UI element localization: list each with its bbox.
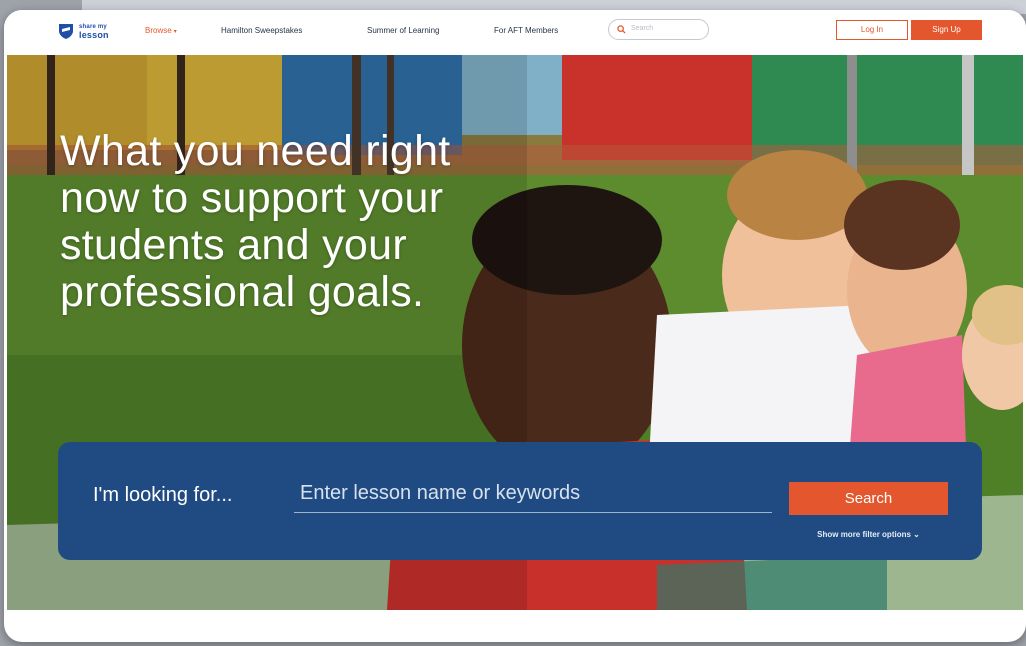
nav-search-placeholder: Search — [631, 25, 654, 32]
search-panel-label: I'm looking for... — [93, 484, 233, 506]
chevron-down-icon: ▾ — [173, 29, 177, 35]
lesson-search-panel: I'm looking for... Search Show more filt… — [58, 442, 982, 560]
login-button[interactable]: Log In — [836, 20, 908, 40]
hero-headline: What you need right now to support your … — [60, 127, 451, 316]
show-more-filters-link[interactable]: Show more filter options ⌄ — [789, 530, 948, 539]
signup-button[interactable]: Sign Up — [911, 20, 982, 40]
nav-summer-of-learning[interactable]: Summer of Learning — [367, 26, 439, 35]
search-icon — [617, 25, 626, 34]
chevron-down-icon: ⌄ — [913, 530, 920, 539]
show-more-filters-label: Show more filter options — [817, 530, 911, 539]
browser-window: share my lesson Browse ▾ Hamilton Sweepst… — [4, 10, 1026, 642]
hero-section: What you need right now to support your … — [7, 55, 1023, 610]
share-my-lesson-logo[interactable]: share my lesson — [57, 21, 117, 41]
top-navigation: share my lesson Browse ▾ Hamilton Sweepst… — [4, 10, 1026, 55]
lesson-search-input[interactable] — [294, 475, 772, 513]
nav-search-field[interactable]: Search — [608, 19, 709, 40]
logo-line-2: lesson — [79, 30, 109, 40]
logo-wordmark: share my lesson — [79, 24, 109, 40]
nav-browse[interactable]: Browse ▾ — [145, 26, 177, 35]
shield-logo-icon — [59, 24, 73, 39]
nav-browse-label: Browse — [145, 26, 172, 35]
nav-hamilton-sweepstakes[interactable]: Hamilton Sweepstakes — [221, 26, 302, 35]
nav-aft-members[interactable]: For AFT Members — [494, 26, 558, 35]
lesson-search-button[interactable]: Search — [789, 482, 948, 515]
